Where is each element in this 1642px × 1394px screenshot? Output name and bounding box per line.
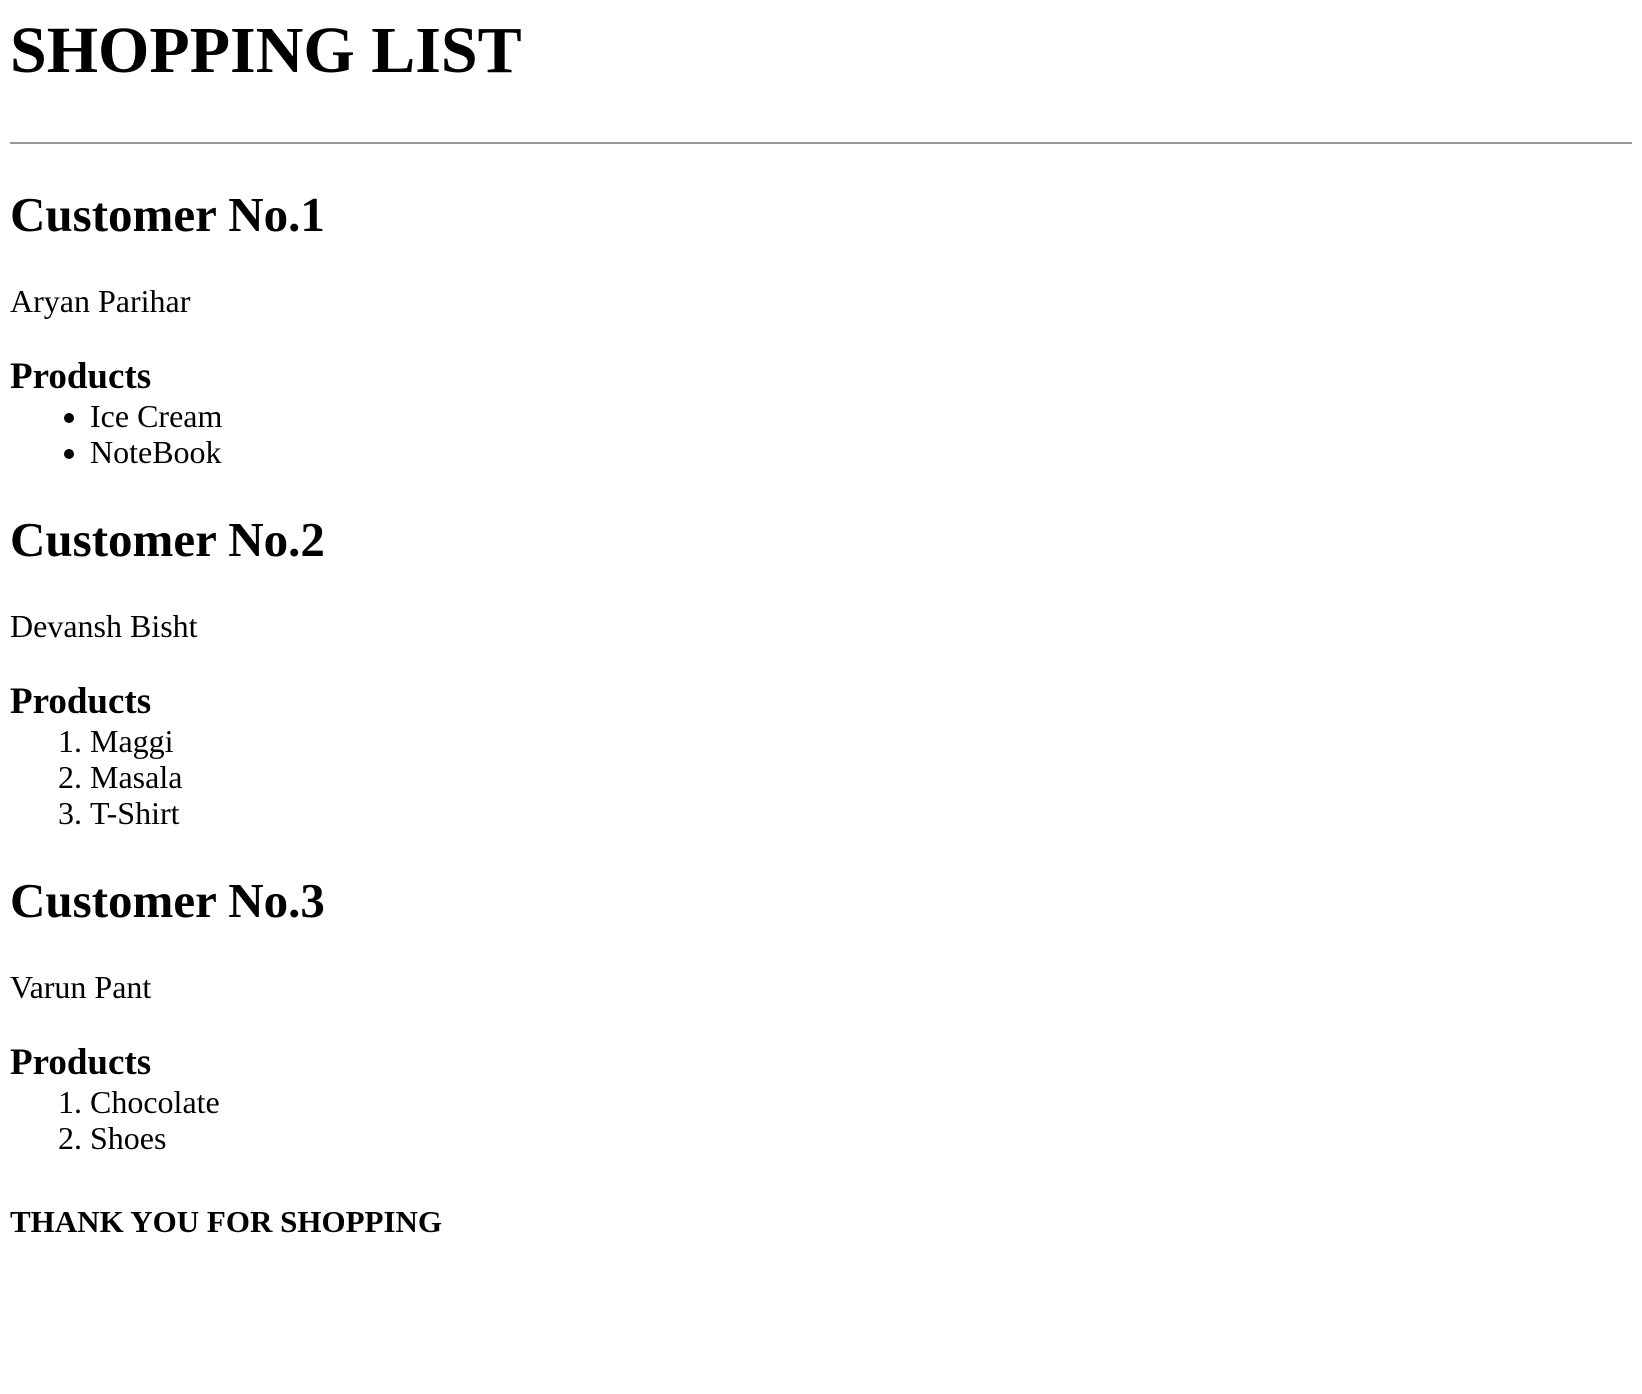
page-title: SHOPPING LIST [10, 14, 522, 87]
customer-heading: Customer No.3 [10, 873, 325, 928]
list-item: T-Shirt [90, 795, 1632, 831]
customer-section-1: Customer No.1 Aryan Parihar Products Ice… [10, 187, 1632, 470]
customer-section-3: Customer No.3 Varun Pant Products Chocol… [10, 873, 1632, 1156]
customer-name: Devansh Bisht [10, 608, 198, 644]
customer-heading: Customer No.2 [10, 512, 325, 567]
customer-name: Aryan Parihar [10, 283, 191, 319]
list-item: Maggi [90, 723, 1632, 759]
product-list: Chocolate Shoes [10, 1084, 1632, 1156]
customer-name: Varun Pant [10, 969, 152, 1005]
thank-you-message: THANK YOU FOR SHOPPING [10, 1204, 443, 1239]
product-list: Ice Cream NoteBook [10, 398, 1632, 470]
list-item: Ice Cream [90, 398, 1632, 434]
list-item: Shoes [90, 1120, 1632, 1156]
product-list: Maggi Masala T-Shirt [10, 723, 1632, 831]
horizontal-divider [10, 142, 1632, 144]
products-heading: Products [10, 1042, 152, 1083]
list-item: Chocolate [90, 1084, 1632, 1120]
customer-section-2: Customer No.2 Devansh Bisht Products Mag… [10, 512, 1632, 831]
list-item: Masala [90, 759, 1632, 795]
list-item: NoteBook [90, 434, 1632, 470]
customer-heading: Customer No.1 [10, 187, 325, 242]
products-heading: Products [10, 356, 152, 397]
products-heading: Products [10, 681, 152, 722]
page-content: SHOPPING LIST Customer No.1 Aryan Pariha… [0, 0, 1642, 1240]
